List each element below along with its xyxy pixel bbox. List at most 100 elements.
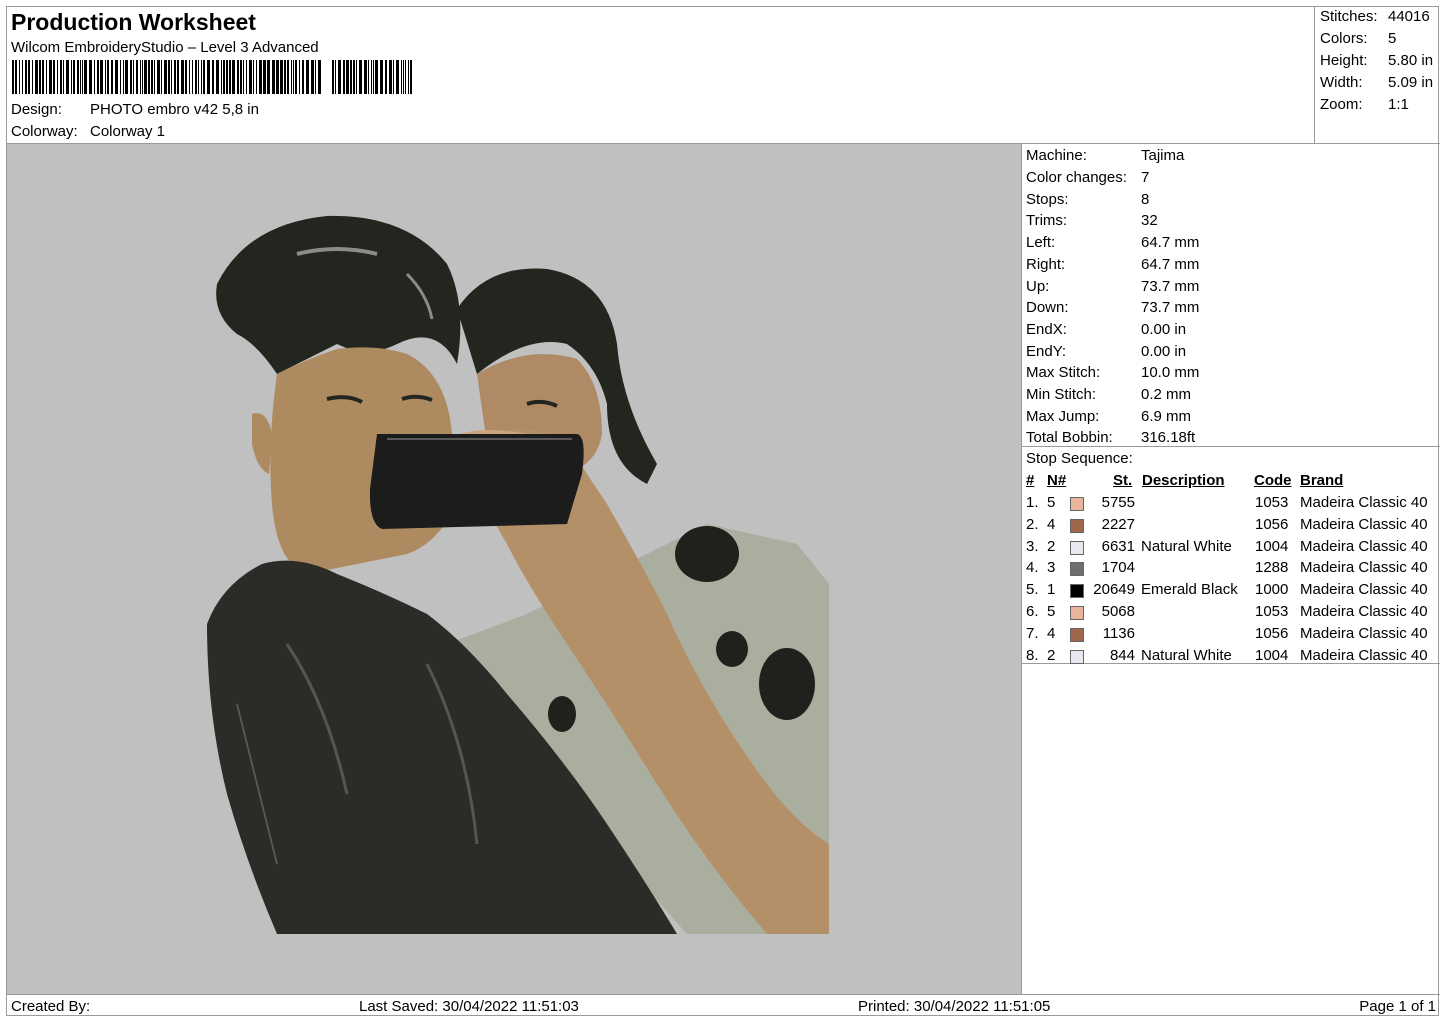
machine-row: Up: 73.7 mm: [1026, 278, 1200, 295]
barcode-bar: [97, 60, 99, 94]
thread-brand: Madeira Classic 40: [1300, 624, 1428, 642]
barcode-bar: [105, 60, 106, 94]
barcode-bar: [276, 60, 279, 94]
thread-code: 1053: [1255, 603, 1289, 620]
barcode-bar: [346, 60, 349, 94]
barcode-bar: [221, 60, 222, 94]
barcode-bar: [359, 60, 362, 94]
colorway-info: Colorway: Colorway 1: [11, 123, 165, 140]
stop-sequence-panel: Stop Sequence: # N# St. Description Code…: [1022, 447, 1440, 664]
col-brand-header: Brand: [1300, 472, 1344, 489]
thread-brand: Madeira Classic 40: [1300, 603, 1428, 620]
software-name: Wilcom EmbroideryStudio – Level 3 Advanc…: [11, 39, 319, 56]
barcode-bar: [39, 60, 41, 94]
barcode-bar: [46, 60, 47, 94]
machine-row: Left: 64.7 mm: [1026, 234, 1200, 251]
machine-row: Down: 73.7 mm: [1026, 299, 1200, 316]
barcode-bar: [393, 60, 394, 94]
thread-code: 1004: [1255, 537, 1289, 555]
barcode-bar: [148, 60, 150, 94]
machine-row: Max Jump: 6.9 mm: [1026, 408, 1192, 425]
barcode-bar: [73, 60, 75, 94]
thread-brand: Madeira Classic 40: [1300, 494, 1428, 511]
barcode-bar: [364, 60, 367, 94]
machine-info-panel: Machine: Tajima Color changes: 7 Stops: 8 T…: [1022, 144, 1440, 447]
barcode-bar: [223, 60, 225, 94]
barcode-bar: [240, 60, 242, 94]
machine-row: Stops: 8: [1026, 191, 1150, 208]
barcode-bar: [408, 60, 409, 94]
barcode-bar: [63, 60, 64, 94]
barcode-bar: [375, 60, 378, 94]
thread-brand: Madeira Classic 40: [1300, 515, 1428, 533]
needle-number: 4: [1047, 515, 1056, 533]
barcode-bar: [12, 60, 14, 94]
barcode-bar: [256, 60, 257, 94]
barcode-bar: [80, 60, 81, 94]
design-label: Design:: [11, 101, 62, 118]
stitch-count: 6631: [1101, 537, 1135, 555]
barcode-bar: [226, 60, 228, 94]
barcode-bar: [171, 60, 172, 94]
barcode-bar: [60, 60, 62, 94]
barcode-bar: [306, 60, 309, 94]
summary-row: Width: 5.09 in: [1320, 74, 1434, 91]
barcode-bar: [66, 60, 69, 94]
stop-number: 2.: [1026, 515, 1039, 533]
thread-color-swatch: [1070, 584, 1084, 599]
barcode-bar: [216, 60, 219, 94]
stop-number: 3.: [1026, 537, 1039, 555]
col-num-header: #: [1026, 472, 1035, 489]
barcode-bar: [195, 60, 197, 94]
thread-description: Natural White: [1141, 537, 1232, 555]
barcode-bar: [115, 60, 118, 94]
barcode-bar: [263, 60, 266, 94]
thread-description: Emerald Black: [1141, 581, 1238, 599]
barcode-bar: [157, 60, 160, 94]
barcode-bar: [22, 60, 23, 94]
barcode-bar: [229, 60, 231, 94]
barcode-bar: [272, 60, 275, 94]
machine-row: Max Stitch: 10.0 mm: [1026, 364, 1200, 381]
thread-brand: Madeira Classic 40: [1300, 581, 1428, 599]
stop-number: 6.: [1026, 603, 1039, 620]
barcode-bar: [198, 60, 199, 94]
worksheet-header: Production Worksheet Wilcom EmbroiderySt…: [7, 7, 1440, 144]
barcode-bar: [299, 60, 300, 94]
machine-row: EndY: 0.00 in: [1026, 343, 1187, 360]
barcode-bar: [350, 60, 352, 94]
barcode-bar: [203, 60, 205, 94]
production-worksheet: Production Worksheet Wilcom EmbroiderySt…: [6, 6, 1440, 1016]
stop-sequence-row: 7. 4 1136 1056 Madeira Classic 40: [1022, 625, 1440, 646]
design-barcode: [12, 60, 412, 94]
barcode-bar: [318, 60, 321, 94]
col-needle-header: N#: [1047, 472, 1067, 489]
design-info: Design: PHOTO embro v42 5,8 in: [11, 101, 259, 118]
barcode-bar: [287, 60, 289, 94]
barcode-bar: [120, 60, 121, 94]
barcode-bar: [249, 60, 252, 94]
barcode-bar: [164, 60, 167, 94]
stop-sequence-row: 6. 5 5068 1053 Madeira Classic 40: [1022, 603, 1440, 624]
barcode-bar: [403, 60, 404, 94]
barcode-bar: [243, 60, 244, 94]
created-by: Created By:: [11, 998, 91, 1015]
needle-number: 2: [1047, 537, 1056, 555]
summary-row: Colors: 5: [1320, 30, 1397, 47]
barcode-bar: [94, 60, 95, 94]
barcode-bar: [151, 60, 153, 94]
machine-row: Min Stitch: 0.2 mm: [1026, 386, 1192, 403]
barcode-bar: [293, 60, 294, 94]
barcode-bar: [177, 60, 179, 94]
machine-row: Machine: Tajima: [1026, 147, 1185, 164]
stop-sequence-title: Stop Sequence:: [1026, 450, 1133, 467]
stitch-count: 5755: [1101, 494, 1135, 511]
thread-description: Natural White: [1141, 646, 1232, 664]
barcode-bar: [207, 60, 210, 94]
barcode-bar: [315, 60, 316, 94]
needle-number: 2: [1047, 646, 1056, 664]
barcode-bar: [32, 60, 33, 94]
barcode-bar: [401, 60, 402, 94]
machine-row: Color changes: 7: [1026, 169, 1150, 186]
col-description-header: Description: [1142, 472, 1225, 489]
